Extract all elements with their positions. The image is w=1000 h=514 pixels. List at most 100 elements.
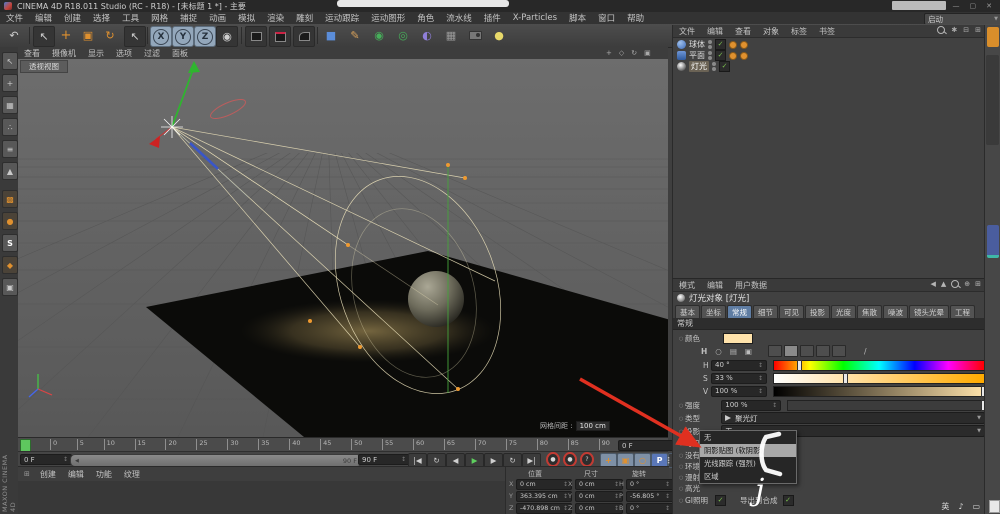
tab-coordinates[interactable]: 坐标 <box>701 305 726 318</box>
polygons-mode-icon[interactable]: ▲ <box>2 162 18 180</box>
subdivision-surface-button[interactable]: ◉ <box>369 26 389 45</box>
material-menu-item[interactable]: 功能 <box>90 469 118 480</box>
vertical-tab[interactable] <box>986 55 999 145</box>
spinner-icon[interactable]: ↕ <box>665 493 670 500</box>
render-view-button[interactable] <box>245 26 267 47</box>
saturation-slider-marker[interactable] <box>843 373 848 384</box>
menu-item[interactable]: 插件 <box>478 12 507 24</box>
gear-icon[interactable]: ✱ <box>951 26 957 34</box>
array-button[interactable]: ◎ <box>393 26 413 45</box>
collapse-icon[interactable]: ⊟ <box>963 26 969 34</box>
menu-item[interactable]: 动画 <box>203 12 232 24</box>
pos-x-field[interactable]: 0 cm↕ <box>516 479 572 490</box>
material-list-area[interactable] <box>18 481 505 514</box>
search-icon[interactable] <box>937 26 945 34</box>
phong-tag-icon[interactable] <box>740 52 748 60</box>
enable-axis-icon[interactable]: ● <box>2 212 18 230</box>
texture-tag-icon[interactable] <box>729 41 737 49</box>
kelvin-mode-button[interactable] <box>800 345 814 357</box>
model-mode-icon[interactable]: + <box>2 74 18 92</box>
tab-general[interactable]: 常规 <box>727 305 752 318</box>
attr-menu-item[interactable]: 编辑 <box>701 280 729 291</box>
hex-mode-icon[interactable]: H <box>701 347 707 356</box>
v-value-field[interactable]: 100 %↕ <box>711 386 767 397</box>
s-value-field[interactable]: 33 %↕ <box>711 373 767 384</box>
back-arrow-icon[interactable]: ◀ <box>930 280 935 288</box>
autokey-button[interactable]: ● <box>563 453 577 466</box>
color-wheel-icon[interactable]: ○ <box>715 347 722 356</box>
close-button[interactable]: ✕ <box>986 2 992 10</box>
om-menu-item[interactable]: 编辑 <box>701 26 729 37</box>
spinner-icon[interactable]: ↕ <box>665 505 670 512</box>
show-desktop-button[interactable] <box>989 500 1000 513</box>
size-y-field[interactable]: 0 cm↕ <box>575 491 623 502</box>
viewport-menu-item[interactable]: 面板 <box>166 48 194 59</box>
spectrum-icon[interactable]: ▤ <box>730 347 737 356</box>
points-mode-icon[interactable]: ∴ <box>2 118 18 136</box>
render-settings-button[interactable] <box>293 26 315 47</box>
om-menu-item[interactable]: 查看 <box>729 26 757 37</box>
scale-tool[interactable]: ▣ <box>78 26 98 45</box>
sphere-object[interactable] <box>408 271 464 327</box>
coordinate-system-button[interactable]: ◉ <box>216 26 238 47</box>
object-name-selected[interactable]: 灯光 <box>689 61 709 72</box>
visibility-dots[interactable] <box>712 62 716 71</box>
deformer-button[interactable]: ◐ <box>417 26 437 45</box>
size-x-field[interactable]: 0 cm↕ <box>575 479 623 490</box>
rotate-tool[interactable]: ↻ <box>100 26 120 45</box>
menu-item[interactable]: 流水线 <box>440 12 478 24</box>
menu-item[interactable]: 捕捉 <box>174 12 203 24</box>
menu-item[interactable]: 运动跟踪 <box>319 12 365 24</box>
hue-slider[interactable] <box>773 360 985 371</box>
size-z-field[interactable]: 0 cm↕ <box>575 503 623 514</box>
attr-menu-item[interactable]: 模式 <box>673 280 701 291</box>
snapping-icon[interactable]: ◆ <box>2 256 18 274</box>
pan-view-icon[interactable]: + <box>606 49 612 57</box>
pos-y-field[interactable]: 363.395 cm↕ <box>516 491 572 502</box>
texture-tag-icon[interactable] <box>729 52 737 60</box>
live-selection-tool[interactable]: ↖ <box>33 26 55 47</box>
tab-caustics[interactable]: 焦散 <box>857 305 882 318</box>
search-icon[interactable] <box>951 280 959 288</box>
menu-item[interactable]: 模拟 <box>232 12 261 24</box>
enabled-check[interactable]: ✓ <box>719 61 730 72</box>
om-menu-item[interactable]: 标签 <box>785 26 813 37</box>
dropdown-option-raytraced[interactable]: 光线跟踪 (强烈) <box>700 457 796 470</box>
camera-button[interactable] <box>465 26 485 45</box>
menu-item[interactable]: 角色 <box>411 12 440 24</box>
color-swatch[interactable] <box>723 333 753 344</box>
solo-mode-icon[interactable]: S <box>2 234 18 252</box>
tray-icon[interactable]: ▭ <box>972 502 980 511</box>
spinner-icon[interactable]: ↕ <box>63 456 68 463</box>
tab-lens-flare[interactable]: 镜头光晕 <box>909 305 949 318</box>
tab-photometric[interactable]: 光度 <box>831 305 856 318</box>
swatches-mode-button[interactable] <box>832 345 846 357</box>
z-axis-lock-button[interactable]: Z <box>194 26 216 47</box>
spinner-icon[interactable]: ↕ <box>758 375 763 382</box>
rot-h-field[interactable]: 0 °↕ <box>626 479 674 490</box>
floor-button[interactable]: ▦ <box>441 26 461 45</box>
export-checkbox[interactable]: ✓ <box>783 495 794 506</box>
make-editable-icon[interactable]: ▩ <box>2 190 18 208</box>
menu-item[interactable]: 窗口 <box>592 12 621 24</box>
spinner-icon[interactable]: ↕ <box>665 481 670 488</box>
ime-indicator[interactable]: 英 <box>941 501 949 512</box>
hue-slider-marker[interactable] <box>797 360 802 371</box>
maximize-button[interactable]: ▢ <box>970 2 977 10</box>
menu-item[interactable]: 选择 <box>87 12 116 24</box>
render-to-picture-button[interactable] <box>269 26 291 47</box>
menu-item[interactable]: 雕刻 <box>290 12 319 24</box>
material-grid-icon[interactable]: ⊞ <box>20 470 34 478</box>
om-menu-item[interactable]: 对象 <box>757 26 785 37</box>
saturation-slider[interactable] <box>773 373 985 384</box>
enabled-check[interactable]: ✓ <box>715 50 726 61</box>
rot-p-field[interactable]: -56.805 °↕ <box>626 491 674 502</box>
viewport-scene[interactable] <box>18 59 668 437</box>
object-row-sphere[interactable]: 球体 ✓ <box>677 39 748 50</box>
object-row-light[interactable]: 灯光 ✓ <box>677 61 730 72</box>
toggle-view-icon[interactable]: ▣ <box>644 49 651 57</box>
tab-basic[interactable]: 基本 <box>675 305 700 318</box>
object-row-plane[interactable]: 平面 ✓ <box>677 50 748 61</box>
object-name[interactable]: 球体 <box>689 39 705 50</box>
mixer-mode-button[interactable] <box>816 345 830 357</box>
